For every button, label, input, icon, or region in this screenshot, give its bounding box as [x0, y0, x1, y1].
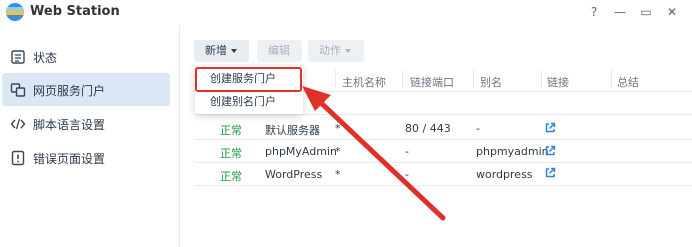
web-station-window: Web Station ? — ▭ ✕ 状态 网页服务门户 脚本语言设置 错误页…: [0, 0, 692, 247]
annotation-arrow-icon: [302, 86, 446, 221]
